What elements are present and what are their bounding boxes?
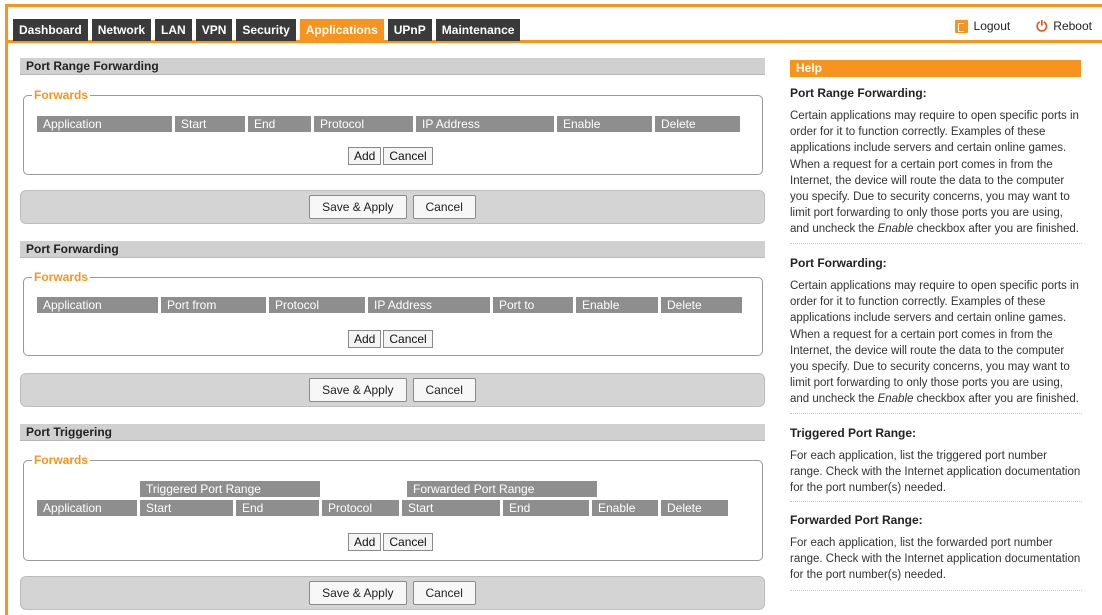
help-text-body: Certain applications may require to open…	[790, 110, 1079, 236]
col-delete: Delete	[655, 116, 740, 132]
col-protocol: Protocol	[322, 500, 399, 516]
cancel-button[interactable]: Cancel	[412, 378, 476, 402]
col-forwarded-start: Start	[402, 500, 500, 516]
reboot-link[interactable]: ⏻ Reboot	[1036, 17, 1092, 34]
help-text-tail: checkbox after you are finished.	[913, 223, 1079, 236]
help-heading: Port Range Forwarding:	[790, 86, 927, 100]
help-text: Certain applications may require to open…	[790, 108, 1082, 238]
col-application: Application	[37, 500, 137, 516]
tab-applications[interactable]: Applications	[299, 19, 384, 41]
logout-icon	[954, 19, 968, 33]
cancel-row-button[interactable]: Cancel	[383, 147, 433, 165]
table-header-trigger: Application Start End Protocol Start End…	[37, 500, 728, 516]
tab-vpn[interactable]: VPN	[195, 19, 233, 41]
forwards-legend: Forwards	[34, 453, 89, 467]
help-port-range-forwarding: Port Range Forwarding: Certain applicati…	[790, 86, 1082, 238]
col-ip-address: IP Address	[416, 116, 554, 132]
tab-maintenance[interactable]: Maintenance	[435, 19, 521, 41]
help-heading: Triggered Port Range:	[790, 426, 917, 440]
section-title-port-range-forwarding: Port Range Forwarding	[20, 58, 765, 75]
help-text-body: Certain applications may require to open…	[790, 280, 1079, 406]
help-divider	[790, 590, 1082, 591]
help-divider	[790, 243, 1082, 244]
forwards-legend: Forwards	[34, 88, 89, 102]
nav-tabs: Dashboard Network LAN VPN Security Appli…	[13, 19, 521, 41]
col-port-from: Port from	[161, 297, 266, 313]
logout-label: Logout	[973, 19, 1011, 33]
help-heading: Port Forwarding:	[790, 256, 887, 270]
help-text-emphasis: Enable	[877, 223, 914, 236]
col-application: Application	[37, 116, 172, 132]
help-divider	[790, 413, 1082, 414]
save-apply-button[interactable]: Save & Apply	[309, 378, 407, 402]
save-apply-button[interactable]: Save & Apply	[309, 581, 407, 605]
help-triggered-port-range: Triggered Port Range: For each applicati…	[790, 426, 1082, 497]
table-header-range: Application Start End Protocol IP Addres…	[37, 116, 740, 132]
col-enable: Enable	[592, 500, 658, 516]
help-header: Help	[790, 60, 1081, 77]
help-text: Certain applications may require to open…	[790, 278, 1082, 408]
tab-security[interactable]: Security	[236, 19, 296, 41]
cancel-row-button[interactable]: Cancel	[383, 330, 433, 348]
session-actions: Logout ⏻ Reboot	[954, 17, 1092, 34]
col-enable: Enable	[557, 116, 652, 132]
cancel-row-button[interactable]: Cancel	[383, 533, 433, 551]
group-triggered-port-range: Triggered Port Range	[140, 481, 320, 497]
help-divider	[790, 501, 1082, 502]
action-bar-trigger: Save & Apply Cancel	[20, 576, 765, 610]
section-title-port-triggering: Port Triggering	[20, 424, 765, 441]
col-enable: Enable	[576, 297, 658, 313]
help-port-forwarding: Port Forwarding: Certain applications ma…	[790, 256, 1082, 408]
col-triggered-end: End	[236, 500, 319, 516]
power-icon: ⏻	[1036, 17, 1048, 34]
group-forwarded-port-range: Forwarded Port Range	[407, 481, 597, 497]
top-navigation: Dashboard Network LAN VPN Security Appli…	[8, 7, 1102, 43]
row-actions-port: Add Cancel	[348, 330, 433, 348]
tab-network[interactable]: Network	[91, 19, 152, 41]
tab-lan[interactable]: LAN	[155, 19, 192, 41]
col-application: Application	[37, 297, 158, 313]
forwards-legend: Forwards	[34, 270, 89, 284]
tab-dashboard[interactable]: Dashboard	[13, 19, 88, 41]
tab-upnp[interactable]: UPnP	[387, 19, 432, 41]
col-end: End	[248, 116, 311, 132]
logout-link[interactable]: Logout	[954, 19, 1011, 33]
col-protocol: Protocol	[314, 116, 413, 132]
help-text: For each application, list the forwarded…	[790, 537, 1081, 582]
col-delete: Delete	[661, 500, 728, 516]
help-heading: Forwarded Port Range:	[790, 513, 923, 527]
add-button[interactable]: Add	[348, 147, 382, 165]
cancel-button[interactable]: Cancel	[412, 581, 476, 605]
col-forwarded-end: End	[503, 500, 589, 516]
section-title-port-forwarding: Port Forwarding	[20, 241, 765, 258]
action-bar-port: Save & Apply Cancel	[20, 373, 765, 407]
action-bar-range: Save & Apply Cancel	[20, 190, 765, 224]
save-apply-button[interactable]: Save & Apply	[309, 195, 407, 219]
cancel-button[interactable]: Cancel	[412, 195, 476, 219]
add-button[interactable]: Add	[348, 330, 382, 348]
col-triggered-start: Start	[140, 500, 233, 516]
help-text: For each application, list the triggered…	[790, 450, 1081, 495]
col-ip-address: IP Address	[368, 297, 490, 313]
row-actions-trigger: Add Cancel	[348, 533, 433, 551]
row-actions-range: Add Cancel	[348, 147, 433, 165]
reboot-label: Reboot	[1053, 19, 1092, 33]
help-text-tail: checkbox after you are finished.	[913, 393, 1079, 406]
col-protocol: Protocol	[269, 297, 365, 313]
help-text-emphasis: Enable	[877, 393, 914, 406]
table-header-port: Application Port from Protocol IP Addres…	[37, 297, 742, 313]
add-button[interactable]: Add	[348, 533, 382, 551]
col-start: Start	[175, 116, 245, 132]
col-port-to: Port to	[493, 297, 573, 313]
help-forwarded-port-range: Forwarded Port Range: For each applicati…	[790, 513, 1082, 584]
col-delete: Delete	[661, 297, 742, 313]
